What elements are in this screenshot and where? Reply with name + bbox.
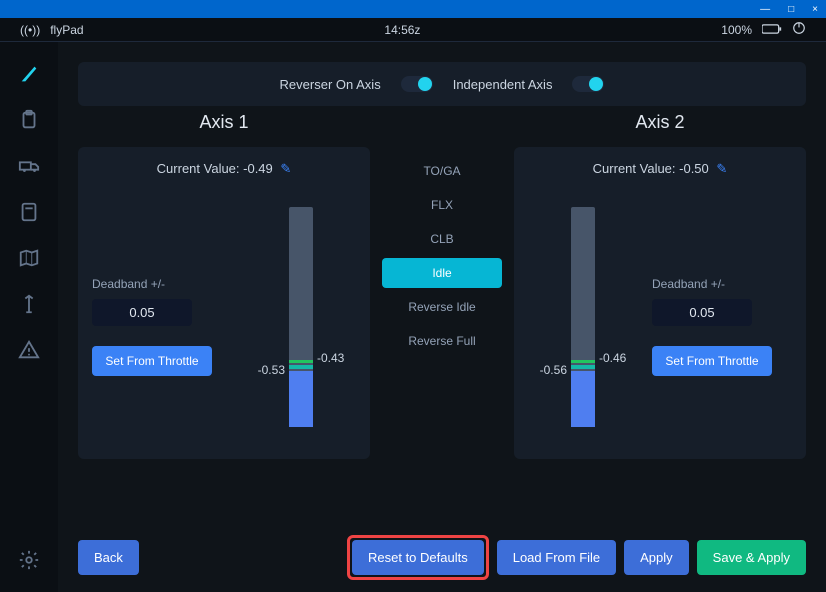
axis-toggle-row: Reverser On Axis Independent Axis xyxy=(78,62,806,106)
axis1-deadband-input[interactable] xyxy=(92,299,192,326)
axis2-set-from-throttle-button[interactable]: Set From Throttle xyxy=(652,346,772,376)
nav-truck-icon[interactable] xyxy=(15,152,43,180)
status-bar: ((•)) flyPad 14:56z 100% xyxy=(0,18,826,42)
sidebar xyxy=(0,42,58,592)
broadcast-icon: ((•)) xyxy=(20,23,40,37)
reverser-axis-label: Reverser On Axis xyxy=(280,77,381,92)
axis2-deadband-input[interactable] xyxy=(652,299,752,326)
axis2-column: Axis 2 Current Value: -0.50 ✎ -0.56 xyxy=(514,112,806,459)
detent-clb[interactable]: CLB xyxy=(382,224,502,254)
axis1-gauge-low: -0.53 xyxy=(258,363,285,377)
axis1-deadband-label: Deadband +/- xyxy=(92,277,232,291)
axis2-panel: Current Value: -0.50 ✎ -0.56 -0.46 xyxy=(514,147,806,459)
nav-warning-icon[interactable] xyxy=(15,336,43,364)
independent-axis-toggle[interactable] xyxy=(572,76,604,92)
axis2-gauge-low: -0.56 xyxy=(540,363,567,377)
axis1-gauge-high: -0.43 xyxy=(317,351,344,365)
clock: 14:56z xyxy=(84,23,722,37)
content-area: Reverser On Axis Independent Axis Axis 1… xyxy=(58,42,826,592)
axis1-column: Axis 1 Current Value: -0.49 ✎ Deadband +… xyxy=(78,112,370,459)
close-button[interactable]: × xyxy=(812,4,818,15)
axis2-deadband-label: Deadband +/- xyxy=(652,277,792,291)
independent-axis-label: Independent Axis xyxy=(453,77,553,92)
battery-icon xyxy=(762,23,782,37)
nav-settings-icon[interactable] xyxy=(15,546,43,574)
axis2-gauge-high: -0.46 xyxy=(599,351,626,365)
axis1-title: Axis 1 xyxy=(78,112,370,133)
back-button[interactable]: Back xyxy=(78,540,139,575)
nav-tail-icon[interactable] xyxy=(15,60,43,88)
nav-calculator-icon[interactable] xyxy=(15,198,43,226)
nav-tower-icon[interactable] xyxy=(15,290,43,318)
edit-icon[interactable]: ✎ xyxy=(716,161,727,176)
axis2-current-value: Current Value: -0.50 xyxy=(593,161,709,176)
edit-icon[interactable]: ✎ xyxy=(280,161,291,176)
apply-button[interactable]: Apply xyxy=(624,540,689,575)
nav-clipboard-icon[interactable] xyxy=(15,106,43,134)
axis1-current-value: Current Value: -0.49 xyxy=(157,161,273,176)
save-apply-button[interactable]: Save & Apply xyxy=(697,540,806,575)
footer-row: Back Reset to Defaults Load From File Ap… xyxy=(78,535,806,580)
detent-column: TO/GA FLX CLB Idle Reverse Idle Reverse … xyxy=(382,112,502,459)
axis1-panel: Current Value: -0.49 ✎ Deadband +/- Set … xyxy=(78,147,370,459)
power-icon[interactable] xyxy=(792,21,806,38)
detent-reverse-full[interactable]: Reverse Full xyxy=(382,326,502,356)
battery-percent: 100% xyxy=(721,23,752,37)
axis1-gauge: -0.53 -0.43 xyxy=(246,189,356,445)
reset-defaults-button[interactable]: Reset to Defaults xyxy=(352,540,484,575)
window-titlebar: — □ × xyxy=(0,0,826,18)
app-name: flyPad xyxy=(50,23,83,37)
detent-idle[interactable]: Idle xyxy=(382,258,502,288)
maximize-button[interactable]: □ xyxy=(788,4,794,15)
detent-toga[interactable]: TO/GA xyxy=(382,156,502,186)
reverser-axis-toggle[interactable] xyxy=(401,76,433,92)
detent-flx[interactable]: FLX xyxy=(382,190,502,220)
axis2-title: Axis 2 xyxy=(514,112,806,133)
load-from-file-button[interactable]: Load From File xyxy=(497,540,616,575)
axis1-set-from-throttle-button[interactable]: Set From Throttle xyxy=(92,346,212,376)
nav-map-icon[interactable] xyxy=(15,244,43,272)
highlight-box: Reset to Defaults xyxy=(347,535,489,580)
minimize-button[interactable]: — xyxy=(760,4,770,15)
detent-reverse-idle[interactable]: Reverse Idle xyxy=(382,292,502,322)
axis2-gauge: -0.56 -0.46 xyxy=(528,189,638,445)
